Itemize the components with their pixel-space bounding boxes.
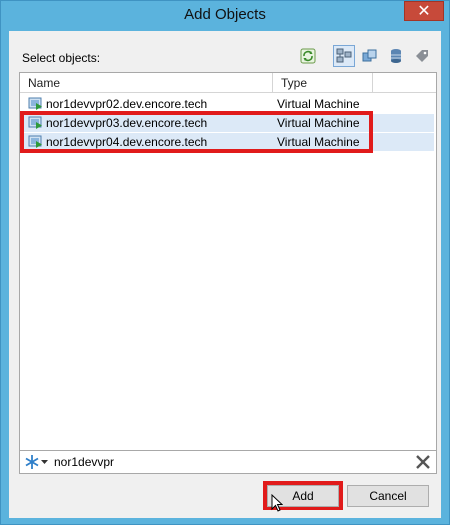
item-type: Virtual Machine [277,135,360,149]
list-item[interactable]: nor1devvpr04.dev.encore.tech Virtual Mac… [22,133,434,151]
view-toolbar [297,45,433,69]
item-type: Virtual Machine [277,116,360,130]
tags-view-button[interactable] [411,45,433,67]
title-bar[interactable]: Add Objects ✕ [1,1,449,31]
virtual-machine-icon [28,116,42,129]
add-objects-dialog: Add Objects ✕ Select objects: Name Type … [0,0,450,525]
hosts-and-clusters-view-button[interactable] [333,45,355,67]
chevron-down-icon [41,459,48,464]
datastores-view-button[interactable] [385,45,407,67]
virtual-machine-icon [28,135,42,148]
column-header-name[interactable]: Name [20,73,273,93]
close-icon: ✕ [417,1,431,20]
datastores-icon [391,49,401,63]
cancel-button[interactable]: Cancel [347,485,429,507]
list-item[interactable]: nor1devvpr03.dev.encore.tech Virtual Mac… [22,114,434,132]
mouse-cursor-icon [271,494,283,512]
search-scope-dropdown[interactable] [21,452,51,472]
tags-icon [416,50,428,62]
search-field[interactable] [19,450,437,474]
objects-list[interactable]: Name Type nor1devvpr02.dev.encore.tech V… [19,72,437,466]
select-objects-label: Select objects: [22,51,101,65]
asterisk-icon [25,455,39,469]
clear-search-button[interactable] [412,452,434,472]
list-header: Name Type [20,73,436,93]
refresh-button[interactable] [297,45,319,67]
list-item[interactable]: nor1devvpr02.dev.encore.tech Virtual Mac… [22,95,434,113]
hosts-and-clusters-icon [336,48,352,63]
close-button[interactable]: ✕ [404,1,444,21]
close-icon [416,455,430,469]
dialog-title: Add Objects [184,6,266,23]
vms-and-templates-icon [362,49,377,62]
search-input[interactable] [52,452,402,472]
item-name: nor1devvpr02.dev.encore.tech [46,97,208,111]
item-type: Virtual Machine [277,97,360,111]
item-name: nor1devvpr03.dev.encore.tech [46,116,208,130]
refresh-icon [300,48,316,64]
item-name: nor1devvpr04.dev.encore.tech [46,135,208,149]
column-header-type[interactable]: Type [273,73,373,93]
dialog-body: Select objects: Name Type nor1devvpr02.d… [9,31,441,518]
virtual-machine-icon [28,97,42,110]
vms-and-templates-view-button[interactable] [359,45,381,67]
